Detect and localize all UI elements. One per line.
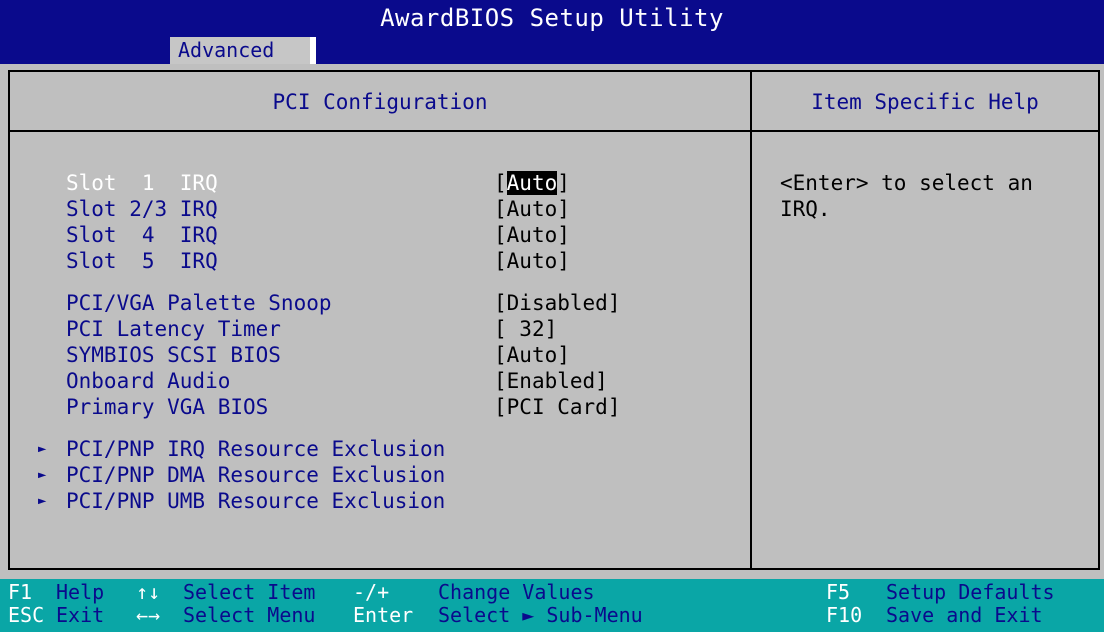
updown-desc: Select Item [183,580,316,604]
setting-value[interactable]: [ 32] [494,317,557,341]
setting-label: Slot 5 IRQ [66,249,218,273]
help-text: <Enter> to select an IRQ. [780,171,1046,221]
setting-value[interactable]: [Disabled] [494,291,620,315]
setting-label: Slot 4 IRQ [66,223,218,247]
esc-desc: Exit [56,603,105,627]
submenu-item[interactable]: ► PCI/PNP UMB Resource Exclusion [38,488,445,514]
triangle-right-icon: ► [38,493,47,509]
setting-value[interactable]: [Auto] [494,223,570,247]
submenu-item[interactable]: ► PCI/PNP IRQ Resource Exclusion [38,436,445,462]
setting-label: PCI Latency Timer [66,317,281,341]
panel-title: PCI Configuration [10,72,750,132]
submenu-label: PCI/PNP UMB Resource Exclusion [66,489,446,513]
menu-bar: Advanced [0,37,1104,64]
plusminus-key: -/+ [353,580,390,604]
setting-row[interactable]: Onboard Audio [Enabled] [66,368,608,394]
setting-value[interactable]: [PCI Card] [494,395,620,419]
leftright-key: ←→ [136,603,161,627]
f10-desc: Save and Exit [886,603,1043,627]
key-legend: F1 Help ↑↓ Select Item -/+ Change Values… [0,579,1104,632]
f10-key: F10 [826,603,863,627]
setting-value[interactable]: [Auto] [494,249,570,273]
setting-row[interactable]: Slot 5 IRQ [Auto] [66,248,570,274]
updown-key: ↑↓ [136,580,161,604]
setting-value[interactable]: [Auto] [494,197,570,221]
setting-value-text: Auto [506,249,558,273]
setting-row[interactable]: SYMBIOS SCSI BIOS [Auto] [66,342,570,368]
setting-row[interactable]: PCI Latency Timer [ 32] [66,316,557,342]
submenu-label: PCI/PNP DMA Resource Exclusion [66,463,446,487]
setting-value[interactable]: [Enabled] [494,369,608,393]
setting-row[interactable]: Primary VGA BIOS [PCI Card] [66,394,620,420]
leftright-desc: Select Menu [183,603,316,627]
enter-key: Enter [353,603,414,627]
setting-value-text: PCI Card [506,395,608,419]
setting-value-text: 32 [506,317,545,341]
setting-value-text: Auto [506,171,558,195]
setting-row[interactable]: Slot 4 IRQ [Auto] [66,222,570,248]
setting-value-text: Auto [506,343,558,367]
f1-key: F1 [8,580,33,604]
setting-row[interactable]: PCI/VGA Palette Snoop [Disabled] [66,290,620,316]
submenu-item[interactable]: ► PCI/PNP DMA Resource Exclusion [38,462,445,488]
enter-desc: Select ► Sub-Menu [438,603,643,627]
setting-row[interactable]: Slot 2/3 IRQ [Auto] [66,196,570,222]
esc-key: ESC [8,603,45,627]
setting-value-text: Disabled [506,291,608,315]
triangle-right-icon: ► [38,467,47,483]
setting-label: Slot 1 IRQ [66,171,218,195]
triangle-right-icon: ► [38,441,47,457]
setting-value-text: Enabled [506,369,596,393]
help-title: Item Specific Help [752,72,1098,132]
f1-desc: Help [56,580,105,604]
setting-label: Onboard Audio [66,369,231,393]
setting-value-text: Auto [506,223,558,247]
setting-value[interactable]: [Auto] [494,171,570,195]
setting-row[interactable]: Slot 1 IRQ [Auto] [66,170,570,196]
setting-label: Primary VGA BIOS [66,395,269,419]
plusminus-desc: Change Values [438,580,595,604]
setting-label: SYMBIOS SCSI BIOS [66,343,281,367]
title-bar: AwardBIOS Setup Utility [0,0,1104,37]
bios-screen: AwardBIOS Setup Utility Advanced PCI Con… [0,0,1104,632]
setting-value[interactable]: [Auto] [494,343,570,367]
f5-key: F5 [826,580,851,604]
f5-desc: Setup Defaults [886,580,1055,604]
setting-value-text: Auto [506,197,558,221]
tab-advanced[interactable]: Advanced [170,37,316,64]
main-panel: PCI Configuration Item Specific Help Slo… [8,70,1100,570]
setting-label: Slot 2/3 IRQ [66,197,218,221]
submenu-label: PCI/PNP IRQ Resource Exclusion [66,437,446,461]
panel-divider [750,72,752,568]
setting-label: PCI/VGA Palette Snoop [66,291,332,315]
